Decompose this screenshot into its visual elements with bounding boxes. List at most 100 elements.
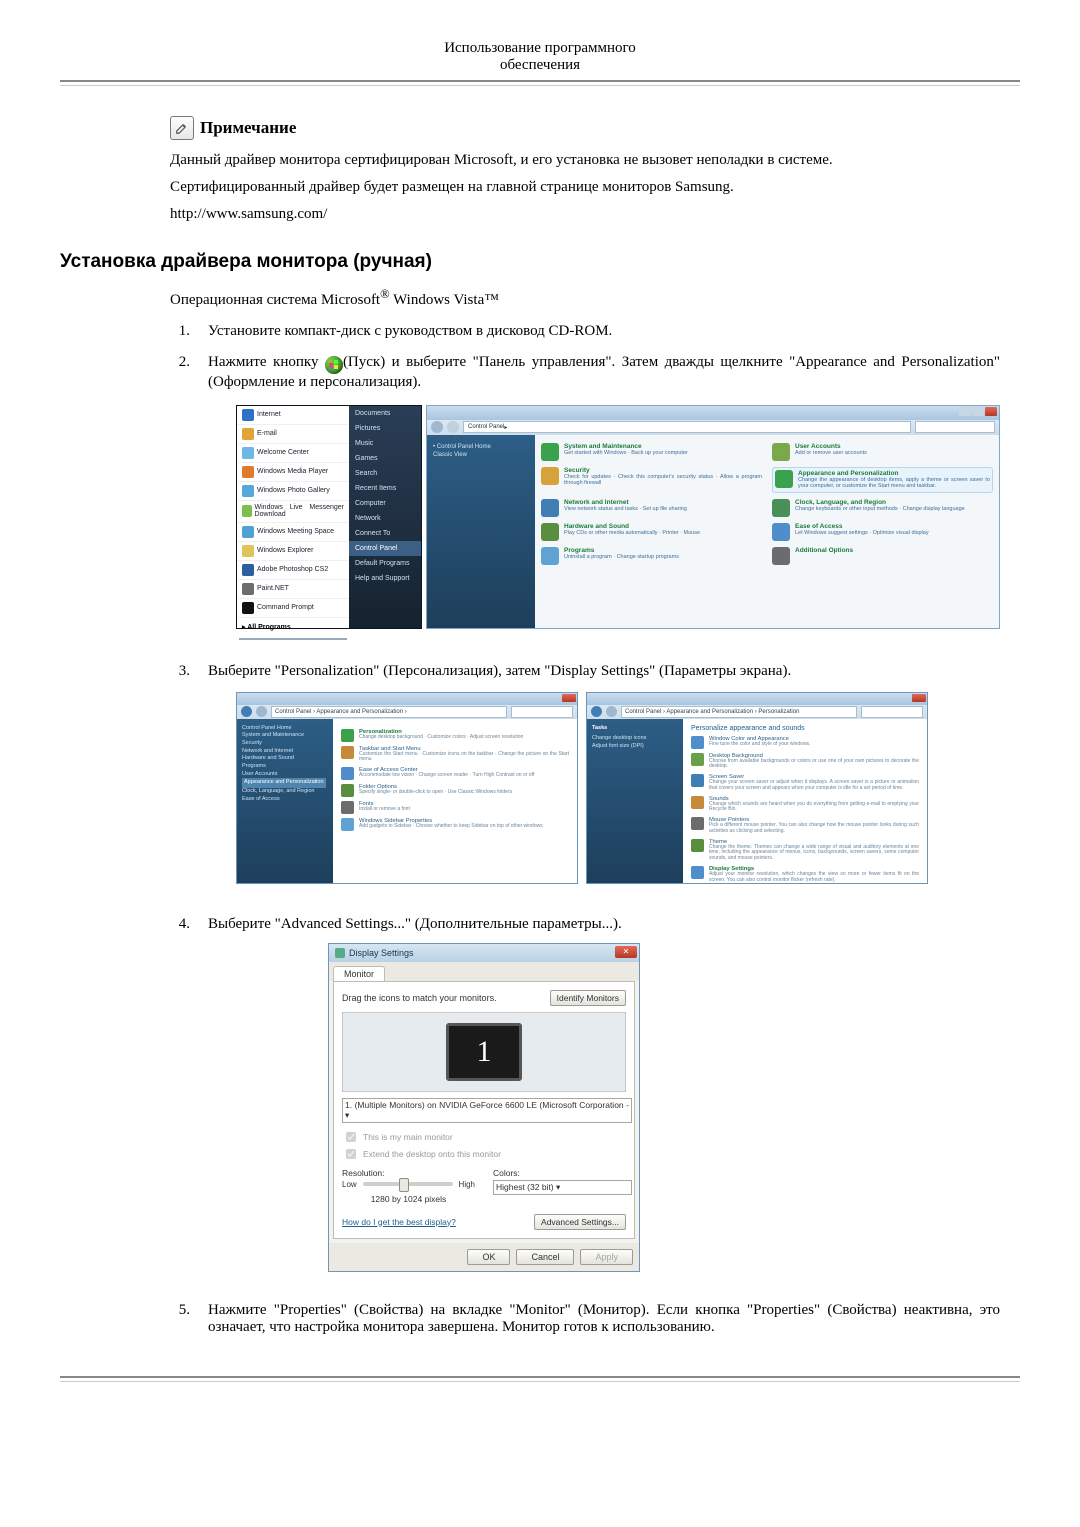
start-right-item[interactable]: Connect To xyxy=(349,526,421,541)
side-nav-item[interactable]: Hardware and Sound xyxy=(242,755,328,763)
cp-category[interactable]: Ease of AccessLet Windows suggest settin… xyxy=(772,523,993,541)
close-icon[interactable] xyxy=(985,407,997,416)
all-programs[interactable]: ▸ All Programs xyxy=(237,618,349,636)
start-item[interactable]: Windows Media Player xyxy=(237,463,349,482)
monitor-preview[interactable]: 1 xyxy=(342,1012,626,1092)
forward-icon[interactable] xyxy=(606,706,617,717)
start-right-item[interactable]: Pictures xyxy=(349,421,421,436)
close-icon[interactable] xyxy=(562,694,576,702)
personalization-item[interactable]: Mouse PointersPick a different mouse poi… xyxy=(691,817,919,835)
category-icon xyxy=(772,499,790,517)
cp-category[interactable]: Hardware and SoundPlay CDs or other medi… xyxy=(541,523,762,541)
apply-button: Apply xyxy=(580,1249,633,1265)
side-nav-item[interactable]: Security xyxy=(242,740,328,748)
appearance-group[interactable]: Windows Sidebar PropertiesAdd gadgets to… xyxy=(341,818,569,831)
advanced-settings-button[interactable]: Advanced Settings... xyxy=(534,1214,626,1230)
start-item-label: Windows Meeting Space xyxy=(257,528,334,536)
ok-button[interactable]: OK xyxy=(467,1249,510,1265)
monitor-1-icon[interactable]: 1 xyxy=(446,1023,522,1081)
side-nav-item[interactable]: System and Maintenance xyxy=(242,732,328,740)
samsung-url[interactable]: http://www.samsung.com/ xyxy=(170,206,327,222)
start-right-item[interactable]: Documents xyxy=(349,406,421,421)
search-field[interactable] xyxy=(511,706,573,718)
start-item-label: Welcome Center xyxy=(257,449,309,457)
address-field[interactable]: Control Panel › Appearance and Personali… xyxy=(271,706,507,718)
item-icon xyxy=(691,817,704,830)
cp-category[interactable]: SecurityCheck for updates · Check this c… xyxy=(541,467,762,493)
back-icon[interactable] xyxy=(591,706,602,717)
start-right-item[interactable]: Control Panel xyxy=(349,541,421,556)
best-display-help-link[interactable]: How do I get the best display? xyxy=(342,1217,456,1227)
colors-select[interactable]: Highest (32 bit) ▾ xyxy=(493,1180,632,1195)
task-link[interactable]: Change desktop icons xyxy=(592,735,678,743)
start-item[interactable]: Windows Meeting Space xyxy=(237,523,349,542)
start-right-item[interactable]: Recent Items xyxy=(349,481,421,496)
side-nav-item[interactable]: Clock, Language, and Region xyxy=(242,788,328,796)
cp-category[interactable]: User AccountsAdd or remove user accounts xyxy=(772,443,993,461)
minimize-icon[interactable] xyxy=(959,407,971,416)
start-item[interactable]: Windows Live Messenger Download xyxy=(237,501,349,523)
side-nav-item[interactable]: Appearance and Personalization xyxy=(242,778,328,788)
start-right-item[interactable]: Search xyxy=(349,466,421,481)
cp-side-home[interactable]: Control Panel Home xyxy=(437,444,491,450)
appearance-group[interactable]: Taskbar and Start MenuCustomize the Star… xyxy=(341,746,569,764)
start-right-item[interactable]: Games xyxy=(349,451,421,466)
start-right-item[interactable]: Network xyxy=(349,511,421,526)
cp-search-field[interactable] xyxy=(915,421,995,433)
cp-category[interactable]: ProgramsUninstall a program · Change sta… xyxy=(541,547,762,565)
start-item[interactable]: Windows Photo Gallery xyxy=(237,482,349,501)
back-icon[interactable] xyxy=(241,706,252,717)
cp-address-field[interactable]: Control Panel ▸ xyxy=(463,421,911,433)
app-icon xyxy=(242,526,254,538)
close-icon[interactable]: ✕ xyxy=(615,946,637,958)
forward-icon[interactable] xyxy=(256,706,267,717)
close-icon[interactable] xyxy=(912,694,926,702)
start-right-item[interactable]: Default Programs xyxy=(349,556,421,571)
start-item[interactable]: Windows Explorer xyxy=(237,542,349,561)
appearance-group[interactable]: Folder OptionsSpecify single- or double-… xyxy=(341,784,569,797)
appearance-group[interactable]: Ease of Access CenterAccommodate low vis… xyxy=(341,767,569,780)
side-nav-item[interactable]: Network and Internet xyxy=(242,748,328,756)
personalization-item[interactable]: SoundsChange which sounds are heard when… xyxy=(691,796,919,814)
cancel-button[interactable]: Cancel xyxy=(516,1249,574,1265)
side-nav-item[interactable]: Control Panel Home xyxy=(242,725,328,733)
cp-category[interactable]: Appearance and PersonalizationChange the… xyxy=(772,467,993,493)
note-heading: Примечание xyxy=(170,116,1000,140)
monitor-select[interactable]: 1. (Multiple Monitors) on NVIDIA GeForce… xyxy=(342,1098,632,1123)
personalization-item[interactable]: Window Color and AppearanceFine tune the… xyxy=(691,736,919,749)
maximize-icon[interactable] xyxy=(972,407,984,416)
start-right-item[interactable]: Music xyxy=(349,436,421,451)
start-item[interactable]: Internet xyxy=(237,406,349,425)
address-field[interactable]: Control Panel › Appearance and Personali… xyxy=(621,706,857,718)
personalization-item[interactable]: Display SettingsAdjust your monitor reso… xyxy=(691,866,919,884)
start-right-item[interactable]: Help and Support xyxy=(349,571,421,586)
cp-category[interactable]: System and MaintenanceGet started with W… xyxy=(541,443,762,461)
appearance-group[interactable]: FontsInstall or remove a font xyxy=(341,801,569,814)
search-field[interactable] xyxy=(861,706,923,718)
side-nav-item[interactable]: Programs xyxy=(242,763,328,771)
cp-category[interactable]: Clock, Language, and RegionChange keyboa… xyxy=(772,499,993,517)
start-search-input[interactable] xyxy=(239,638,347,640)
forward-icon[interactable] xyxy=(447,421,459,433)
start-item[interactable]: Adobe Photoshop CS2 xyxy=(237,561,349,580)
start-right-item[interactable]: Computer xyxy=(349,496,421,511)
identify-monitors-button[interactable]: Identify Monitors xyxy=(550,990,626,1006)
start-item[interactable]: E-mail xyxy=(237,425,349,444)
start-item[interactable]: Command Prompt xyxy=(237,599,349,618)
resolution-slider[interactable] xyxy=(363,1182,453,1186)
start-item[interactable]: Paint.NET xyxy=(237,580,349,599)
back-icon[interactable] xyxy=(431,421,443,433)
appearance-group[interactable]: PersonalizationChange desktop background… xyxy=(341,729,569,742)
tab-monitor[interactable]: Monitor xyxy=(333,966,385,981)
personalization-item[interactable]: ThemeChange the theme. Themes can change… xyxy=(691,839,919,862)
personalization-item[interactable]: Desktop BackgroundChoose from available … xyxy=(691,753,919,771)
side-nav-item[interactable]: Ease of Access xyxy=(242,796,328,804)
personalization-item[interactable]: Screen SaverChange your screen saver or … xyxy=(691,774,919,792)
pencil-note-icon xyxy=(170,116,194,140)
side-nav-item[interactable]: User Accounts xyxy=(242,771,328,779)
cp-category[interactable]: Network and InternetView network status … xyxy=(541,499,762,517)
task-link[interactable]: Adjust font size (DPI) xyxy=(592,743,678,751)
cp-category[interactable]: Additional Options xyxy=(772,547,993,565)
cp-side-classic[interactable]: Classic View xyxy=(433,452,467,458)
start-item[interactable]: Welcome Center xyxy=(237,444,349,463)
